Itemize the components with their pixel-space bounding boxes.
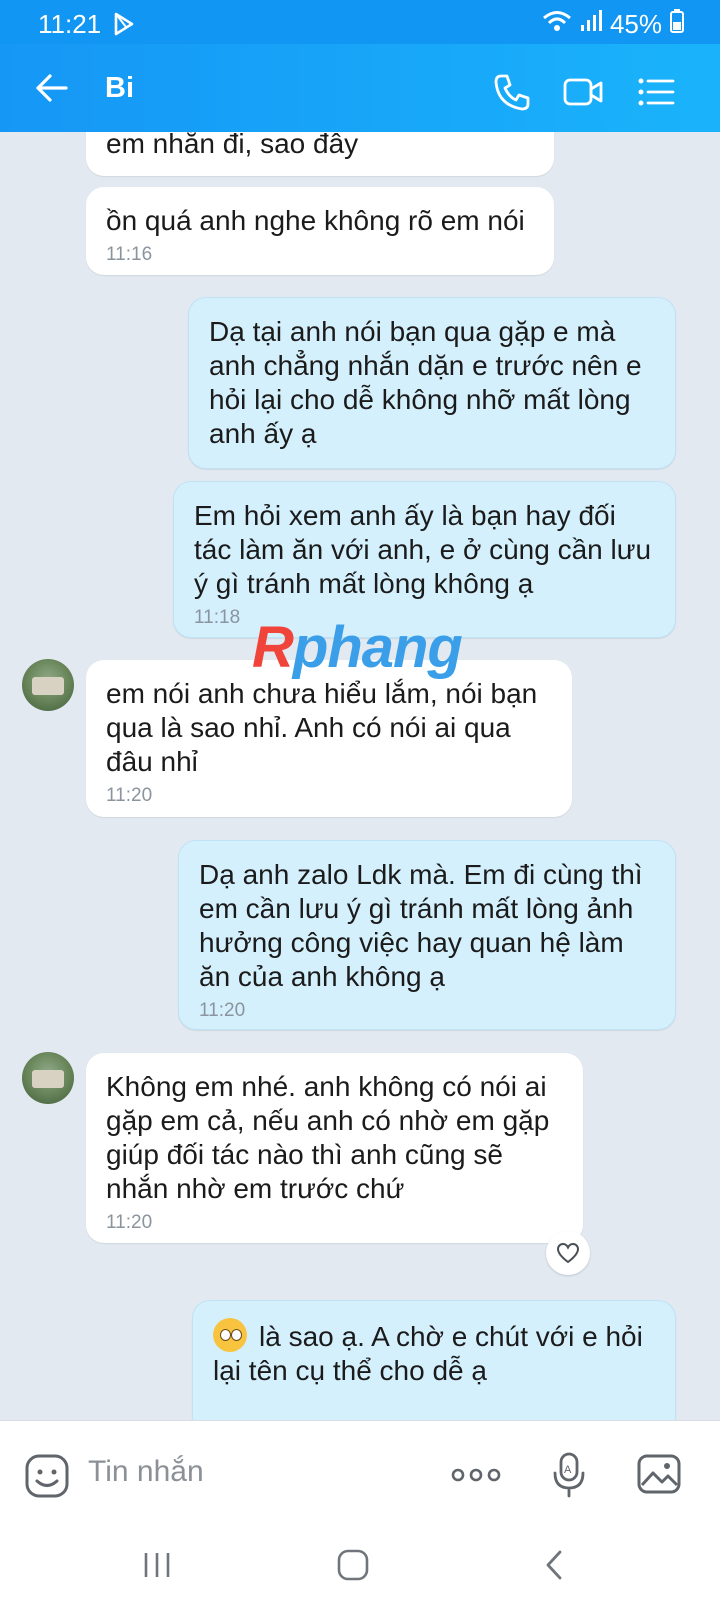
message-time: 11:16	[106, 244, 153, 265]
message-bubble-outgoing[interactable]: là sao ạ. A chờ e chút với e hỏi lại tên…	[192, 1300, 676, 1420]
signal-icon	[580, 9, 602, 40]
message-list[interactable]: em nhắn đi, sao đây ồn quá anh nghe khôn…	[0, 132, 720, 1420]
flushed-emoji-icon	[213, 1318, 247, 1352]
message-text: Em hỏi xem anh ấy là bạn hay đối tác làm…	[194, 500, 652, 599]
video-call-icon[interactable]	[562, 72, 604, 117]
avatar[interactable]	[22, 659, 74, 711]
recent-apps-icon[interactable]	[140, 1548, 174, 1587]
contact-name[interactable]: Bi	[105, 72, 134, 105]
message-text: Dạ anh zalo Ldk mà. Em đi cùng thì em cầ…	[199, 859, 643, 992]
sticker-icon[interactable]	[24, 1453, 70, 1504]
message-bubble-incoming[interactable]: Không em nhé. anh không có nói ai gặp em…	[86, 1053, 583, 1243]
message-text: là sao ạ. A chờ e chút với e hỏi lại tên…	[213, 1318, 655, 1388]
menu-icon[interactable]	[636, 72, 676, 117]
message-bubble-incoming[interactable]: em nhắn đi, sao đây	[86, 132, 554, 176]
message-text: Không em nhé. anh không có nói ai gặp em…	[106, 1071, 550, 1204]
message-bubble-incoming[interactable]: em nói anh chưa hiểu lắm, nói bạn qua là…	[86, 660, 572, 817]
svg-text:A: A	[564, 1464, 572, 1476]
message-bubble-incoming[interactable]: ồn quá anh nghe không rõ em nói 11:16	[86, 187, 554, 275]
message-text: Dạ tại anh nói bạn qua gặp e mà anh chẳn…	[209, 316, 642, 449]
react-heart-icon[interactable]	[546, 1231, 590, 1275]
message-input-bar: Tin nhắn A	[0, 1420, 720, 1533]
watermark-logo: Rphang	[252, 615, 463, 680]
system-nav-bar	[0, 1532, 720, 1600]
status-right: 45%	[542, 9, 684, 40]
message-time: 11:20	[106, 785, 153, 806]
more-icon[interactable]	[450, 1463, 502, 1492]
back-arrow-icon[interactable]	[34, 68, 70, 113]
image-icon[interactable]	[636, 1451, 682, 1502]
home-icon[interactable]	[336, 1548, 370, 1587]
message-text: ồn quá anh nghe không rõ em nói	[106, 205, 525, 236]
avatar[interactable]	[22, 1052, 74, 1104]
wifi-icon	[542, 9, 572, 40]
status-time: 11:21	[38, 9, 102, 39]
message-input[interactable]: Tin nhắn	[88, 1455, 204, 1489]
message-text-content: là sao ạ. A chờ e chút với e hỏi lại tên…	[213, 1321, 643, 1386]
message-time: 11:20	[106, 1212, 153, 1233]
voice-icon[interactable]: A	[552, 1451, 586, 1504]
phone-icon[interactable]	[492, 72, 532, 117]
back-nav-icon[interactable]	[538, 1548, 572, 1587]
message-time: 11:20	[199, 1000, 246, 1021]
message-bubble-outgoing[interactable]: Dạ anh zalo Ldk mà. Em đi cùng thì em cầ…	[178, 840, 676, 1030]
battery-percent: 45%	[609, 9, 662, 39]
message-bubble-outgoing[interactable]: Dạ tại anh nói bạn qua gặp e mà anh chẳn…	[188, 297, 676, 469]
chat-header: Bi	[0, 44, 720, 132]
battery-icon	[670, 9, 684, 40]
status-bar: 11:21 45%	[0, 0, 720, 44]
message-text: em nói anh chưa hiểu lắm, nói bạn qua là…	[106, 678, 538, 777]
message-text: em nhắn đi, sao đây	[106, 132, 359, 159]
play-store-icon	[113, 12, 135, 43]
